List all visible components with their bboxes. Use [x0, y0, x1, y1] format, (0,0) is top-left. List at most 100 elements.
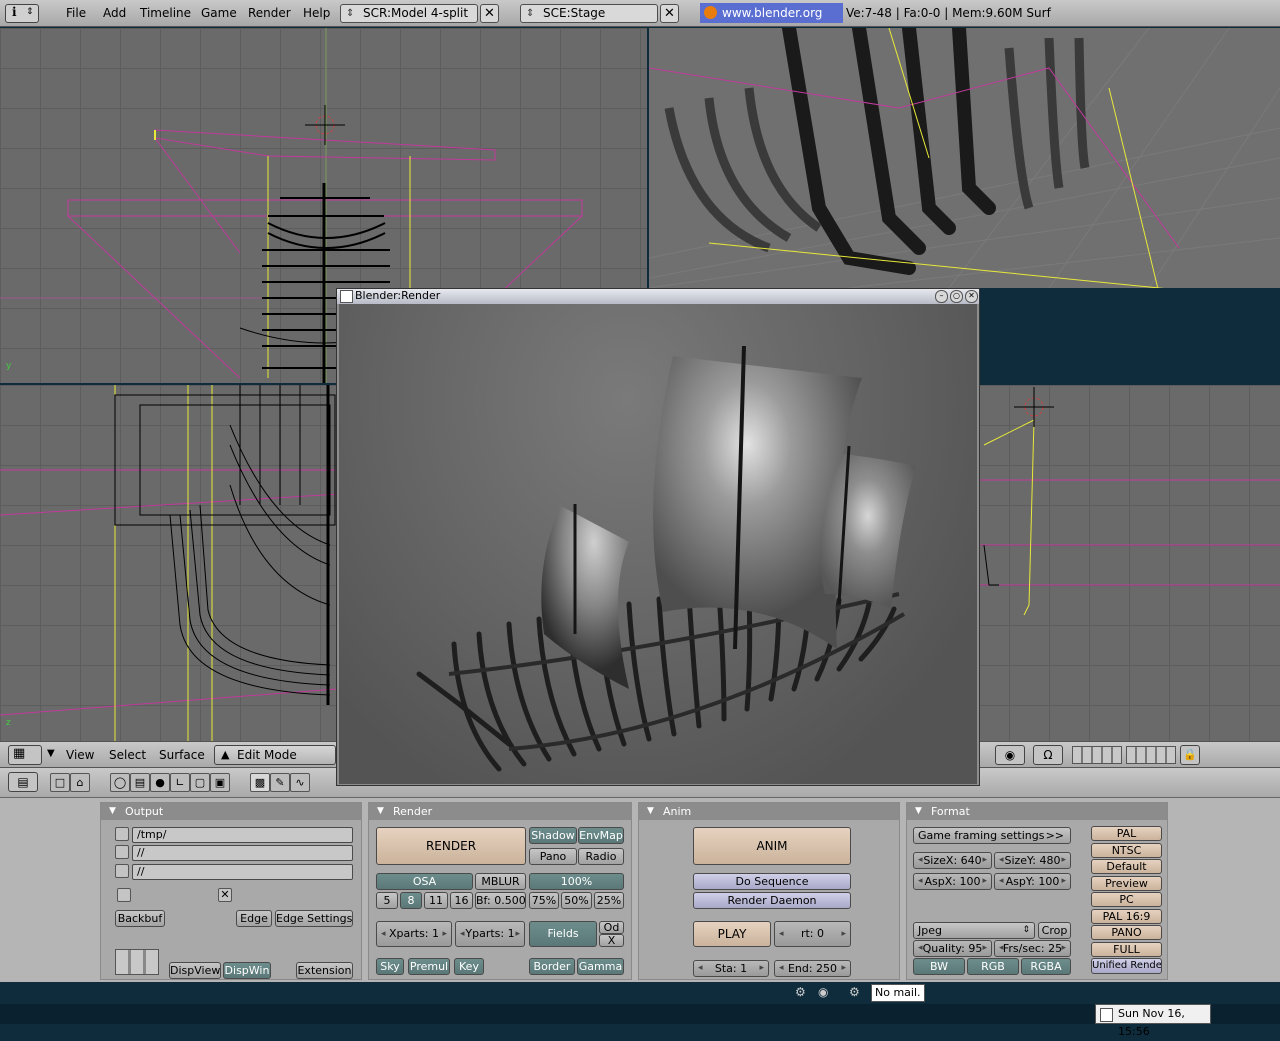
size-y-field[interactable]: SizeY: 480	[994, 852, 1071, 869]
border-toggle[interactable]: Border	[529, 958, 575, 975]
screen-selector[interactable]: ⇕ SCR:Model 4-split	[340, 4, 478, 23]
extension-button[interactable]: Extension	[296, 962, 353, 979]
info-window-type-button[interactable]: i ⇕	[5, 4, 39, 23]
render-panel-header[interactable]: ▼ Render	[369, 803, 631, 820]
blur-factor-field[interactable]: Bf: 0.500	[475, 892, 526, 909]
thread-layout-buttons[interactable]	[115, 949, 159, 975]
menu-render[interactable]: Render	[248, 6, 291, 20]
scene-context-button[interactable]: ▣	[210, 773, 230, 792]
osa-8-button[interactable]: 8	[400, 892, 422, 909]
crop-toggle[interactable]: Crop	[1038, 922, 1071, 939]
preset-pal[interactable]: PAL	[1091, 826, 1162, 841]
mblur-toggle[interactable]: MBLUR	[475, 873, 526, 890]
size-100-button[interactable]: 100%	[529, 873, 624, 890]
menu-file[interactable]: File	[66, 6, 86, 20]
size-25-button[interactable]: 25%	[594, 892, 624, 909]
lock-layers-button[interactable]: 🔒	[1180, 745, 1200, 765]
pano-toggle[interactable]: Pano	[529, 848, 577, 865]
layer-buttons-left[interactable]	[1072, 746, 1122, 764]
render-buttons-tab[interactable]: ▩	[250, 773, 270, 792]
render-path-browse-button[interactable]	[115, 827, 129, 841]
render-window-titlebar[interactable]: Blender:Render – ○ ✕	[337, 289, 979, 304]
clear-scene-link-button[interactable]: ✕	[218, 888, 232, 902]
render-button[interactable]: RENDER	[376, 827, 526, 865]
dispview-button[interactable]: DispView	[169, 962, 221, 979]
play-button[interactable]: PLAY	[693, 921, 771, 947]
mail-status[interactable]: No mail.	[871, 984, 925, 1002]
yparts-field[interactable]: Yparts: 1	[455, 921, 525, 947]
delete-scene-button[interactable]: ✕	[660, 4, 679, 23]
backbuf-path[interactable]: //	[132, 845, 353, 861]
dispwin-button[interactable]: DispWin	[223, 962, 271, 979]
maximize-button[interactable]: ○	[950, 290, 963, 303]
xparts-field[interactable]: Xparts: 1	[376, 921, 452, 947]
preset-full[interactable]: FULL	[1091, 942, 1162, 957]
end-frame-field[interactable]: End: 250	[774, 960, 851, 977]
anim-panel-header[interactable]: ▼ Anim	[639, 803, 899, 820]
mode-selector[interactable]: ▲ Edit Mode	[214, 745, 336, 765]
shadow-toggle[interactable]: Shadow	[529, 827, 577, 844]
close-button[interactable]: ✕	[965, 290, 978, 303]
premul-button[interactable]: Premul	[408, 958, 450, 975]
menu-game[interactable]: Game	[201, 6, 237, 20]
osa-5-button[interactable]: 5	[376, 892, 398, 909]
menu-help[interactable]: Help	[303, 6, 330, 20]
scene-selector[interactable]: ⇕ SCE:Stage	[520, 4, 658, 23]
preset-pano[interactable]: PANO	[1091, 925, 1162, 940]
edge-settings-button[interactable]: Edge Settings	[275, 910, 353, 927]
buttons-editor-type[interactable]: ▤	[8, 772, 38, 792]
asp-x-field[interactable]: AspX: 100	[913, 873, 992, 890]
pivot-selector[interactable]: ◉	[995, 745, 1025, 765]
anim-button[interactable]: ANIM	[693, 827, 851, 865]
fields-toggle[interactable]: Fields	[529, 921, 597, 947]
editing-context-button[interactable]: ▢	[190, 773, 210, 792]
backbuf-path-browse-button[interactable]	[115, 845, 129, 859]
preset-ntsc[interactable]: NTSC	[1091, 843, 1162, 858]
view-toggle-button[interactable]: □	[50, 773, 70, 792]
clock-applet[interactable]: Sun Nov 16, 15:56	[1095, 1004, 1211, 1038]
osa-toggle[interactable]: OSA	[376, 873, 473, 890]
frames-per-second-field[interactable]: Frs/sec: 25	[994, 940, 1071, 957]
blender-site-link[interactable]: www.blender.org 230	[700, 3, 843, 40]
odd-field-toggle[interactable]: Od	[599, 921, 624, 934]
osa-16-button[interactable]: 16	[450, 892, 473, 909]
render-window[interactable]: Blender:Render – ○ ✕	[336, 288, 980, 786]
settings-tray-icon[interactable]: ⚙	[849, 985, 860, 999]
sky-button[interactable]: Sky	[376, 958, 404, 975]
format-panel-header[interactable]: ▼ Format	[907, 803, 1167, 820]
radio-toggle[interactable]: Radio	[578, 848, 624, 865]
chat-tray-icon[interactable]: ◉	[818, 985, 828, 999]
render-daemon-button[interactable]: Render Daemon	[693, 892, 851, 909]
anim-buttons-tab[interactable]: ✎	[270, 773, 290, 792]
collapse-menu-icon[interactable]: ▼	[47, 748, 55, 759]
preset-default[interactable]: Default	[1091, 859, 1162, 874]
ftype-path-browse-button[interactable]	[115, 864, 129, 878]
menu-timeline[interactable]: Timeline	[140, 6, 191, 20]
sound-buttons-tab[interactable]: ∿	[290, 773, 310, 792]
home-button[interactable]: ⌂	[70, 773, 90, 792]
render-output-path[interactable]: /tmp/	[132, 827, 353, 843]
object-context-button[interactable]: ∟	[170, 773, 190, 792]
file-format-selector[interactable]: Jpeg ⇕	[913, 922, 1035, 939]
logic-context-button[interactable]: ◯	[110, 773, 130, 792]
preset-pal-16-9[interactable]: PAL 16:9	[1091, 909, 1162, 924]
backbuf-button[interactable]: Backbuf	[115, 910, 165, 927]
preset-preview[interactable]: Preview	[1091, 876, 1162, 891]
unified-render-toggle[interactable]: Unified Render	[1091, 958, 1162, 974]
do-sequence-button[interactable]: Do Sequence	[693, 873, 851, 890]
rgb-button[interactable]: RGB	[967, 958, 1019, 975]
delete-screen-button[interactable]: ✕	[480, 4, 499, 23]
start-frame-field[interactable]: Sta: 1	[693, 960, 769, 977]
edge-button[interactable]: Edge	[236, 910, 272, 927]
size-75-button[interactable]: 75%	[529, 892, 559, 909]
game-framing-settings-button[interactable]: Game framing settings >>	[913, 827, 1071, 844]
menu-select[interactable]: Select	[109, 748, 146, 762]
preset-pc[interactable]: PC	[1091, 892, 1162, 907]
key-button[interactable]: Key	[454, 958, 484, 975]
menu-add[interactable]: Add	[103, 6, 126, 20]
size-x-field[interactable]: SizeX: 640	[913, 852, 992, 869]
asp-y-field[interactable]: AspY: 100	[994, 873, 1071, 890]
layer-buttons-right[interactable]	[1126, 746, 1176, 764]
x-field-toggle[interactable]: X	[599, 934, 624, 947]
size-50-button[interactable]: 50%	[561, 892, 592, 909]
